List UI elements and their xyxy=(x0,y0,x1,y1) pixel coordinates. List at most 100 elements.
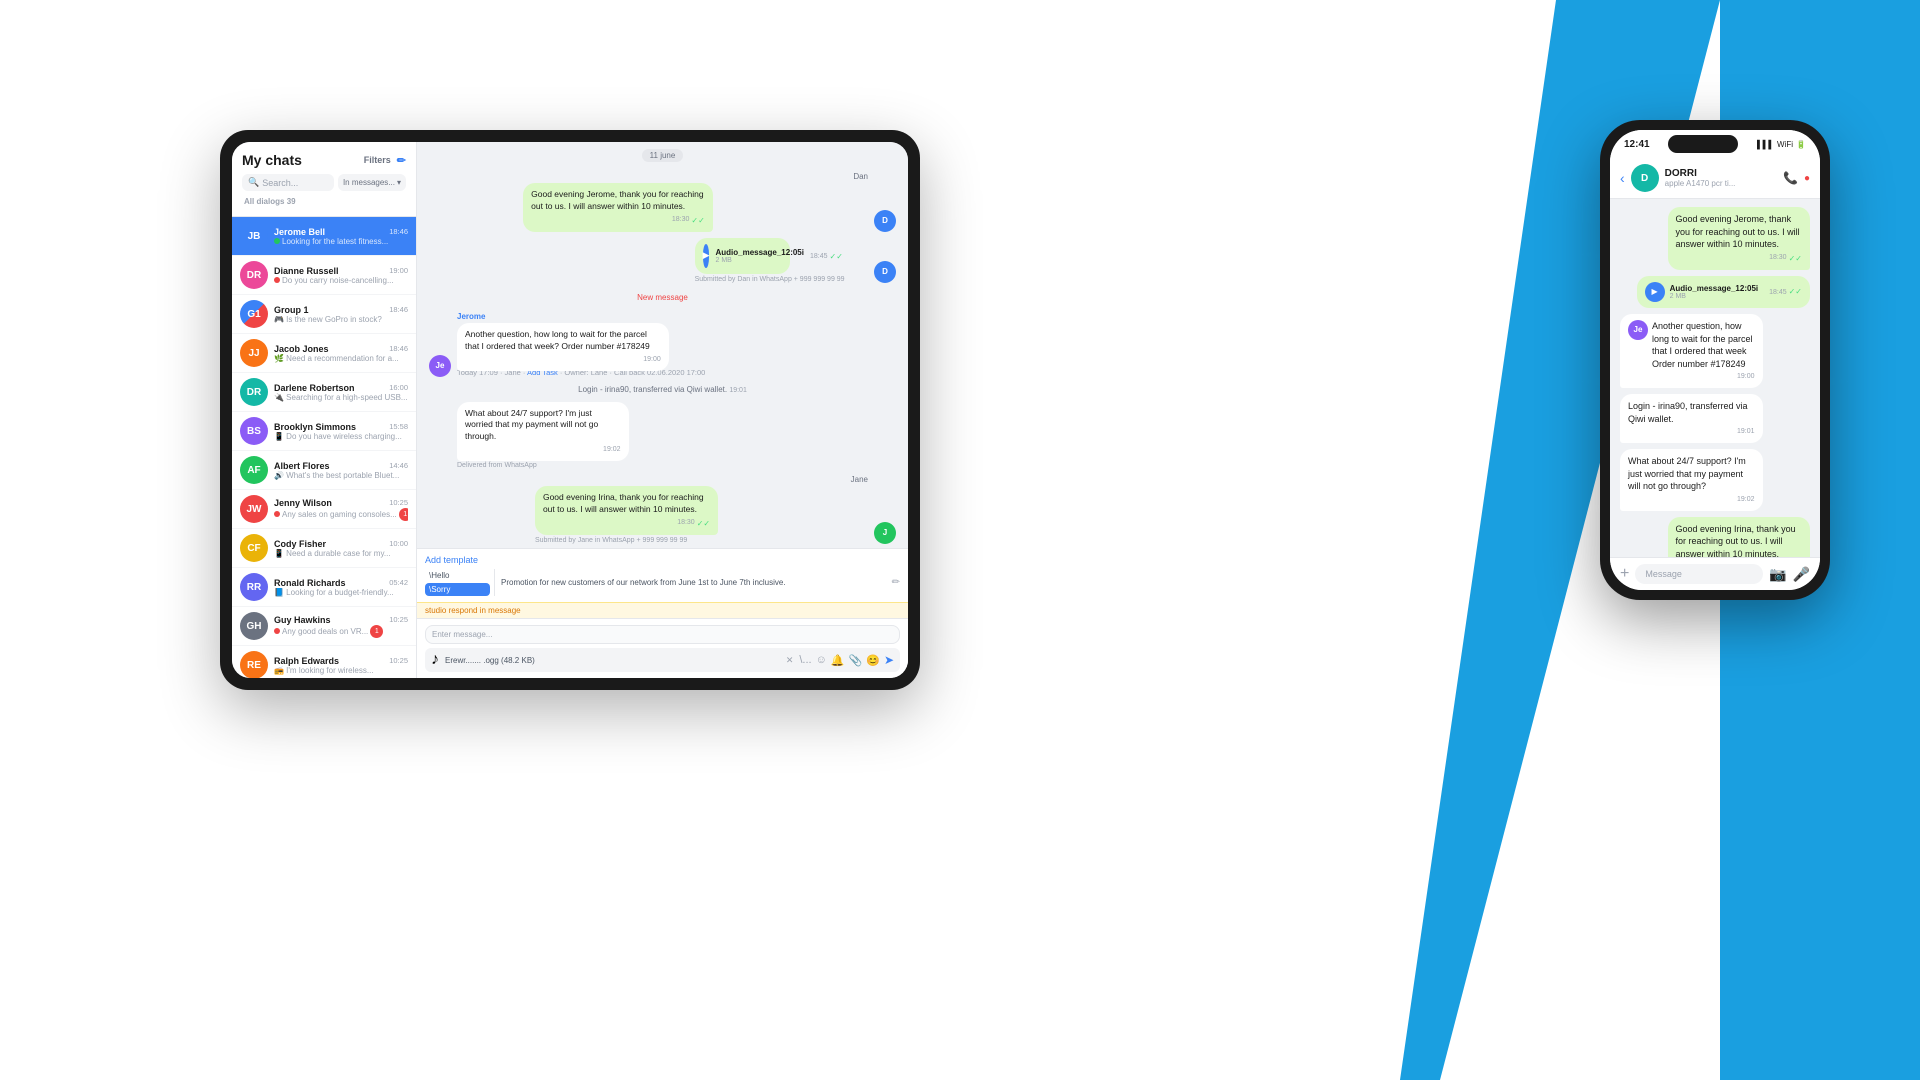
notification-icon[interactable]: 🔔 xyxy=(831,654,845,667)
chat-item-content: Jacob Jones 18:46 🌿 Need a recommendatio… xyxy=(274,344,408,363)
sidebar-title-row: My chats Filters ✏ xyxy=(242,152,406,168)
chat-item[interactable]: BS Brooklyn Simmons 15:58 📱 Do you have … xyxy=(232,412,416,451)
phone-message-bubble: What about 24/7 support? I'm just worrie… xyxy=(1620,449,1763,511)
bubble-time: 19:02 xyxy=(465,445,621,455)
search-input-box[interactable]: 🔍 Search... xyxy=(242,174,334,191)
chat-time: 18:46 xyxy=(389,227,408,236)
chat-item[interactable]: JB Jerome Bell 18:46 Looking for the lat… xyxy=(232,217,416,256)
chat-name-row: Albert Flores 14:46 xyxy=(274,461,408,471)
tablet-screen: My chats Filters ✏ 🔍 Search... In messag… xyxy=(232,142,908,678)
template-preview-text: Promotion for new customers of our netwo… xyxy=(501,578,786,587)
template-item-hello[interactable]: \Hello xyxy=(425,569,490,582)
phone-contact-avatar: D xyxy=(1631,164,1659,192)
chat-time: 18:46 xyxy=(389,305,408,314)
chat-name-row: Guy Hawkins 10:25 xyxy=(274,615,408,625)
chat-name: Dianne Russell xyxy=(274,266,339,276)
search-bar: 🔍 Search... In messages... ▾ xyxy=(242,174,406,191)
chat-item-content: Guy Hawkins 10:25 Any good deals on VR..… xyxy=(274,615,408,638)
chat-item[interactable]: CF Cody Fisher 10:00 📱 Need a durable ca… xyxy=(232,529,416,568)
phone-status-icons: ▌▌▌ WiFi 🔋 xyxy=(1757,140,1806,149)
phone-audio-title: Audio_message_12:05i xyxy=(1670,284,1759,293)
chat-name-row: Ralph Edwards 10:25 xyxy=(274,656,408,666)
studio-respond-bar: studio respond in message xyxy=(417,602,908,618)
chat-name-row: Jenny Wilson 10:25 xyxy=(274,498,408,508)
chat-name: Ralph Edwards xyxy=(274,656,339,666)
phone-message-input[interactable]: Message xyxy=(1635,564,1763,584)
chat-item[interactable]: DR Darlene Robertson 16:00 🔌 Searching f… xyxy=(232,373,416,412)
chat-item[interactable]: DR Dianne Russell 19:00 Do you carry noi… xyxy=(232,256,416,295)
chat-item[interactable]: JW Jenny Wilson 10:25 Any sales on gamin… xyxy=(232,490,416,529)
chat-item[interactable]: RE Ralph Edwards 10:25 📻 I'm looking for… xyxy=(232,646,416,678)
phone-audio-text: Audio_message_12:05i 2 MB xyxy=(1670,284,1759,300)
phone-back-button[interactable]: ‹ xyxy=(1620,170,1625,186)
send-button[interactable]: ➤ xyxy=(884,653,894,667)
chat-name: Group 1 xyxy=(274,305,309,315)
search-glass-icon: 🔍 xyxy=(248,177,259,188)
attachment-remove-button[interactable]: ✕ xyxy=(786,655,794,666)
chat-preview: 📱 Do you have wireless charging... xyxy=(274,432,408,441)
phone-mic-button[interactable]: 🎤 xyxy=(1793,566,1810,583)
template-edit-icon[interactable]: ✏ xyxy=(892,577,900,588)
template-names: \Hello \Sorry xyxy=(425,569,495,596)
chat-item[interactable]: G1 Group 1 18:46 🎮 Is the new GoPro in s… xyxy=(232,295,416,334)
chat-name-row: Jerome Bell 18:46 xyxy=(274,227,408,237)
template-item-sorry[interactable]: \Sorry xyxy=(425,583,490,596)
system-message: Login - irina90, transferred via Qiwi wa… xyxy=(429,383,896,396)
filter-label: In messages... xyxy=(343,178,395,187)
attachment-icon[interactable]: 📎 xyxy=(849,654,863,667)
chat-item[interactable]: JJ Jacob Jones 18:46 🌿 Need a recommenda… xyxy=(232,334,416,373)
message-group: Dan Good evening Jerome, thank you for r… xyxy=(523,172,868,232)
message-bubble: Good evening Jerome, thank you for reach… xyxy=(523,183,713,232)
chat-item-content: Jenny Wilson 10:25 Any sales on gaming c… xyxy=(274,498,408,521)
message-group: ▶ Audio_message_12:05i 2 MB 18:45 ✓✓ xyxy=(695,238,868,283)
phone-camera-button[interactable]: 📷 xyxy=(1769,566,1786,583)
add-template-button[interactable]: Add template xyxy=(425,555,900,565)
chat-list: JB Jerome Bell 18:46 Looking for the lat… xyxy=(232,217,416,678)
phone-bubble-time: 19:02 xyxy=(1628,495,1755,505)
phone-input-placeholder: Message xyxy=(1645,569,1682,579)
emoji2-icon[interactable]: 😊 xyxy=(866,654,880,667)
phone-plus-button[interactable]: + xyxy=(1620,565,1629,583)
phone-bubble-time: 19:00 xyxy=(1652,372,1755,382)
chat-name-row: Jacob Jones 18:46 xyxy=(274,344,408,354)
unread-badge: 1 xyxy=(399,508,408,521)
phone-bubble-time: 19:01 xyxy=(1628,427,1755,437)
chat-name-row: Group 1 18:46 xyxy=(274,305,408,315)
audio-size: 2 MB xyxy=(715,257,804,264)
chat-item[interactable]: AF Albert Flores 14:46 🔊 What's the best… xyxy=(232,451,416,490)
chat-name: Darlene Robertson xyxy=(274,383,355,393)
chat-preview: 🎮 Is the new GoPro in stock? xyxy=(274,315,408,324)
chat-preview: 📱 Need a durable case for my... xyxy=(274,549,408,558)
chevron-down-icon: ▾ xyxy=(397,178,401,187)
phone-audio-play-icon[interactable]: ▶ xyxy=(1645,282,1665,302)
search-filter-box[interactable]: In messages... ▾ xyxy=(338,174,406,191)
phone-contact-info: DORRI apple A1470 pcr ti... xyxy=(1665,168,1777,188)
chat-time: 18:46 xyxy=(389,344,408,353)
chat-item[interactable]: GH Guy Hawkins 10:25 Any good deals on V… xyxy=(232,607,416,646)
avatar: D xyxy=(874,261,896,283)
chat-item-content: Jerome Bell 18:46 Looking for the latest… xyxy=(274,227,408,246)
chat-item[interactable]: RR Ronald Richards 05:42 📘 Looking for a… xyxy=(232,568,416,607)
chat-name: Jacob Jones xyxy=(274,344,329,354)
avatar: JB xyxy=(240,222,268,250)
input-icons: \... ☺ 🔔 📎 😊 ➤ xyxy=(799,653,894,667)
edit-icon[interactable]: ✏ xyxy=(397,154,406,167)
message-row: Je What about 24/7 support? I'm just wor… xyxy=(429,402,896,469)
filters-button[interactable]: Filters xyxy=(364,155,391,165)
wifi-icon: WiFi xyxy=(1777,140,1793,149)
audio-play-icon[interactable]: ▶ xyxy=(703,244,710,268)
chat-preview: Looking for the latest fitness... xyxy=(274,237,408,246)
sidebar-title: My chats xyxy=(242,152,302,168)
ellipsis-icon[interactable]: \... xyxy=(799,654,811,666)
phone-contact-sub: apple A1470 pcr ti... xyxy=(1665,179,1777,188)
phone-call-button[interactable]: 📞 xyxy=(1783,171,1798,185)
emoji-icon[interactable]: ☺ xyxy=(816,654,827,666)
phone-chat-header: ‹ D DORRI apple A1470 pcr ti... 📞 ● xyxy=(1610,158,1820,199)
sender-name: Jerome xyxy=(457,312,842,321)
sender-label: Dan xyxy=(523,172,868,181)
check-icon: ✓✓ xyxy=(830,252,843,261)
chat-time: 10:25 xyxy=(389,498,408,507)
avatar: J xyxy=(874,522,896,544)
chat-preview: 🌿 Need a recommendation for a... xyxy=(274,354,408,363)
message-input[interactable]: Enter message... xyxy=(425,625,900,644)
